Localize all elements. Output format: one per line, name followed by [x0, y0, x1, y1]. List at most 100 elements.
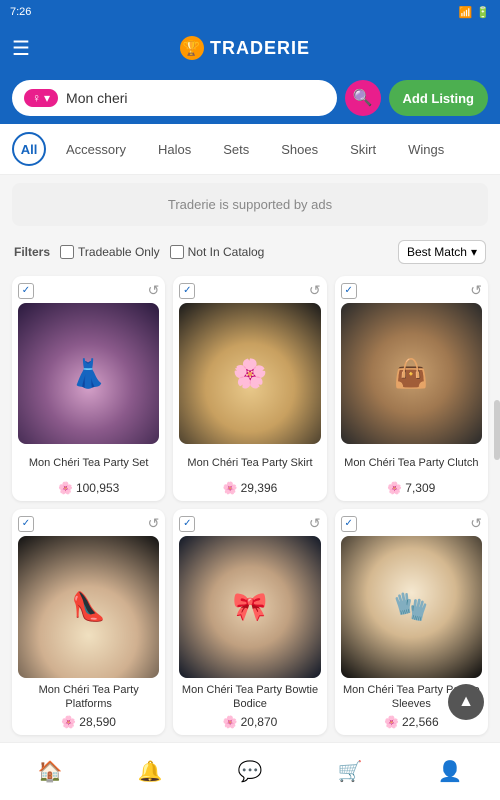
status-bar: 7:26 📶 🔋	[0, 0, 500, 24]
item-checkbox[interactable]: ✓	[18, 516, 34, 532]
add-listing-button[interactable]: Add Listing	[389, 80, 489, 116]
time-display: 7:26	[10, 6, 31, 18]
scroll-to-top-button[interactable]: ▲	[448, 684, 484, 720]
category-wings[interactable]: Wings	[396, 138, 456, 161]
price-value: 22,566	[402, 715, 439, 729]
price-value: 28,590	[79, 715, 116, 729]
menu-button[interactable]: ☰	[12, 36, 30, 61]
item-image: 👗	[18, 303, 159, 444]
item-name: Mon Chéri Tea Party Set	[18, 449, 159, 477]
header: ☰ 🏆 TRADERIE	[0, 24, 500, 72]
item-price: 🌸 28,590	[18, 715, 159, 729]
category-halos[interactable]: Halos	[146, 138, 203, 161]
filters-row: Filters Tradeable Only Not In Catalog Be…	[0, 234, 500, 270]
ad-text: Traderie is supported by ads	[168, 197, 332, 212]
category-accessory[interactable]: Accessory	[54, 138, 138, 161]
robux-icon: 🌸	[223, 715, 238, 729]
item-name: Mon Chéri Tea Party Bowtie Bodice	[179, 683, 320, 712]
item-image-placeholder: 👗	[18, 303, 159, 444]
search-input[interactable]	[66, 90, 324, 106]
tradeable-only-label: Tradeable Only	[78, 245, 160, 259]
status-right: 📶 🔋	[459, 6, 490, 19]
filters-label: Filters	[14, 245, 50, 259]
bottom-nav: 🏠 🔔 💬 🛒 👤	[0, 742, 500, 800]
item-heart-button[interactable]: ↺	[470, 515, 482, 532]
item-image-placeholder: 👠	[18, 536, 159, 677]
item-card-header: ✓ ↺	[179, 282, 320, 299]
item-card[interactable]: ✓ ↺ 🌸 Mon Chéri Tea Party Skirt 🌸 29,396	[173, 276, 326, 501]
item-heart-button[interactable]: ↺	[470, 282, 482, 299]
not-in-catalog-filter[interactable]: Not In Catalog	[170, 245, 265, 259]
item-checkbox[interactable]: ✓	[179, 516, 195, 532]
wifi-icon: 📶	[459, 6, 473, 19]
item-card[interactable]: ✓ ↺ 👜 Mon Chéri Tea Party Clutch 🌸 7,309	[335, 276, 488, 501]
category-bar: All Accessory Halos Sets Shoes Skirt Win…	[0, 124, 500, 175]
status-left: 7:26	[10, 6, 31, 18]
item-name: Mon Chéri Tea Party Skirt	[179, 449, 320, 477]
item-card-header: ✓ ↺	[341, 282, 482, 299]
robux-icon: 🌸	[384, 715, 399, 729]
item-card[interactable]: ✓ ↺ 👗 Mon Chéri Tea Party Set 🌸 100,953	[12, 276, 165, 501]
price-value: 20,870	[241, 715, 278, 729]
category-skirt[interactable]: Skirt	[338, 138, 388, 161]
nav-home[interactable]: 🏠	[38, 759, 63, 784]
search-wrapper: ♀ ▾	[12, 80, 337, 116]
item-card-header: ✓ ↺	[341, 515, 482, 532]
items-grid: ✓ ↺ 👗 Mon Chéri Tea Party Set 🌸 100,953 …	[0, 270, 500, 756]
item-name: Mon Chéri Tea Party Platforms	[18, 683, 159, 712]
item-image-placeholder: 🎀	[179, 536, 320, 677]
robux-icon: 🌸	[61, 715, 76, 729]
item-image: 👜	[341, 303, 482, 444]
item-checkbox[interactable]: ✓	[341, 283, 357, 299]
nav-cart[interactable]: 🛒	[338, 759, 363, 784]
search-button[interactable]: 🔍	[345, 80, 381, 116]
tradeable-only-checkbox[interactable]	[60, 245, 74, 259]
sort-chevron-icon: ▾	[471, 245, 477, 259]
price-value: 7,309	[405, 481, 435, 495]
avatar-chip[interactable]: ♀ ▾	[24, 89, 58, 107]
item-card-header: ✓ ↺	[18, 515, 159, 532]
category-shoes[interactable]: Shoes	[269, 138, 330, 161]
item-checkbox[interactable]: ✓	[179, 283, 195, 299]
app-title: TRADERIE	[210, 38, 310, 59]
tradeable-only-filter[interactable]: Tradeable Only	[60, 245, 160, 259]
item-name: Mon Chéri Tea Party Clutch	[341, 449, 482, 477]
item-card-header: ✓ ↺	[18, 282, 159, 299]
item-price: 🌸 100,953	[18, 481, 159, 495]
item-image-placeholder: 🌸	[179, 303, 320, 444]
battery-icon: 🔋	[476, 6, 490, 19]
logo-icon: 🏆	[180, 36, 204, 60]
nav-profile[interactable]: 👤	[438, 759, 463, 784]
search-bar: ♀ ▾ 🔍 Add Listing	[0, 72, 500, 124]
item-heart-button[interactable]: ↺	[309, 282, 321, 299]
nav-notifications[interactable]: 🔔	[138, 759, 163, 784]
item-card[interactable]: ✓ ↺ 🎀 Mon Chéri Tea Party Bowtie Bodice …	[173, 509, 326, 735]
category-all[interactable]: All	[12, 132, 46, 166]
nav-chat[interactable]: 💬	[238, 759, 263, 784]
not-in-catalog-label: Not In Catalog	[188, 245, 265, 259]
item-heart-button[interactable]: ↺	[309, 515, 321, 532]
item-image: 🎀	[179, 536, 320, 677]
ad-banner: Traderie is supported by ads	[12, 183, 488, 226]
item-checkbox[interactable]: ✓	[341, 516, 357, 532]
logo: 🏆 TRADERIE	[180, 36, 310, 60]
item-heart-button[interactable]: ↺	[148, 515, 160, 532]
not-in-catalog-checkbox[interactable]	[170, 245, 184, 259]
item-checkbox[interactable]: ✓	[18, 283, 34, 299]
filters-left: Filters Tradeable Only Not In Catalog	[14, 245, 264, 259]
item-card-header: ✓ ↺	[179, 515, 320, 532]
item-image: 🧤	[341, 536, 482, 677]
scroll-handle[interactable]	[494, 400, 500, 460]
item-card[interactable]: ✓ ↺ 👠 Mon Chéri Tea Party Platforms 🌸 28…	[12, 509, 165, 735]
robux-icon: 🌸	[58, 481, 73, 495]
item-image-placeholder: 👜	[341, 303, 482, 444]
sort-label: Best Match	[407, 245, 467, 259]
item-image-placeholder: 🧤	[341, 536, 482, 677]
item-price: 🌸 7,309	[341, 481, 482, 495]
item-price: 🌸 20,870	[179, 715, 320, 729]
item-heart-button[interactable]: ↺	[148, 282, 160, 299]
sort-dropdown[interactable]: Best Match ▾	[398, 240, 486, 264]
price-value: 100,953	[76, 481, 119, 495]
category-sets[interactable]: Sets	[211, 138, 261, 161]
item-image: 👠	[18, 536, 159, 677]
